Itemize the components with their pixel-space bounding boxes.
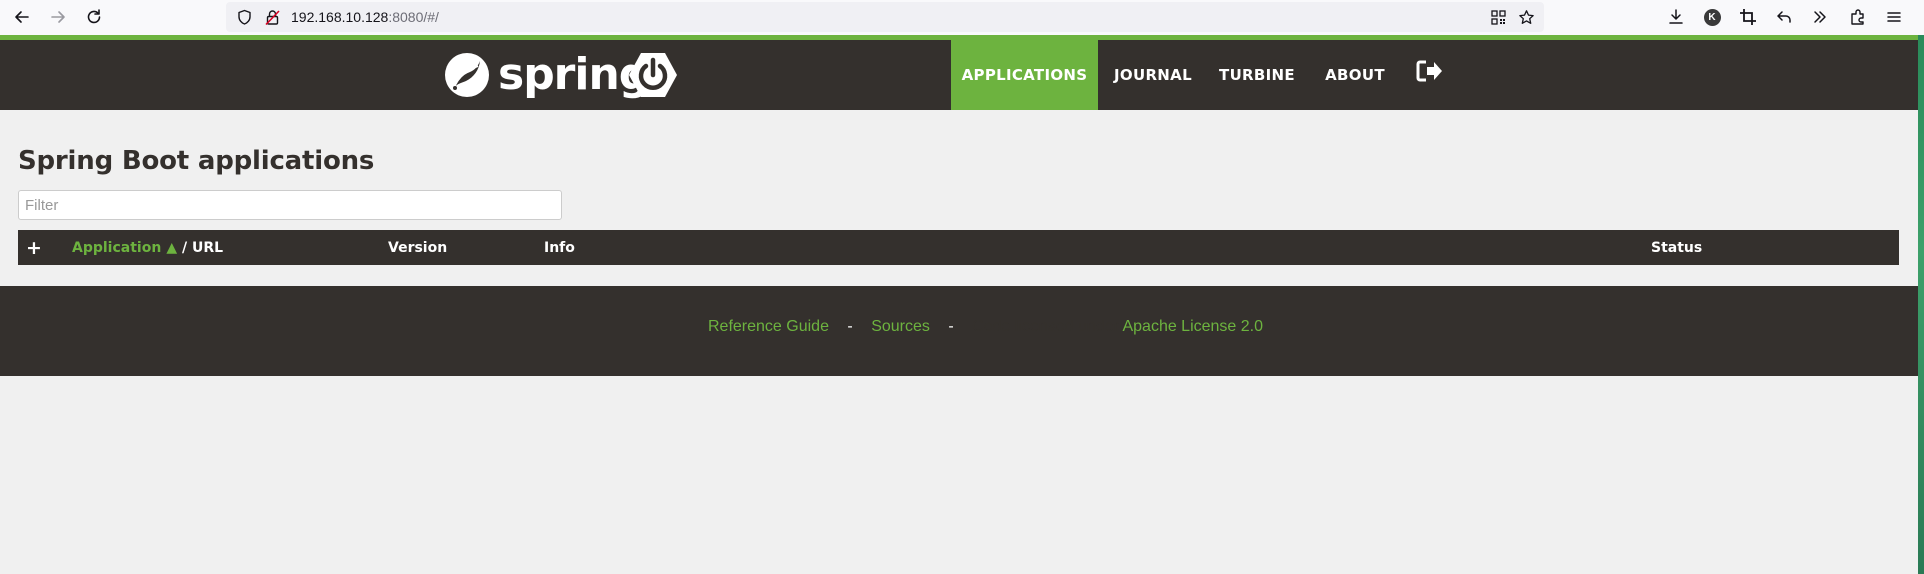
logout-icon: [1416, 60, 1442, 82]
download-icon[interactable]: [1664, 5, 1688, 29]
column-application-label[interactable]: Application: [72, 240, 161, 256]
footer: Reference Guide - Sources - Code license…: [0, 286, 1918, 376]
footer-separator: -: [948, 318, 954, 335]
reload-icon[interactable]: [80, 3, 108, 31]
undo-icon[interactable]: [1772, 5, 1796, 29]
crop-icon[interactable]: [1736, 5, 1760, 29]
logout-button[interactable]: [1404, 40, 1454, 110]
main-nav: APPLICATIONS JOURNAL TURBINE ABOUT: [951, 40, 1454, 110]
expand-all-button[interactable]: +: [26, 230, 42, 265]
hamburger-menu-icon[interactable]: [1882, 5, 1906, 29]
power-icon: [629, 53, 677, 97]
column-info: Info: [544, 239, 575, 256]
sort-ascending-icon[interactable]: ▲: [166, 240, 177, 256]
address-bar[interactable]: 192.168.10.128:8080/#/: [226, 2, 1544, 32]
page-title: Spring Boot applications: [18, 146, 375, 176]
nav-journal[interactable]: JOURNAL: [1098, 40, 1208, 110]
footer-separator: -: [847, 318, 853, 335]
apache-license-link[interactable]: Apache License 2.0: [1122, 318, 1263, 335]
license-text: Code licensed under: [972, 318, 1123, 335]
forward-arrow-icon[interactable]: [44, 3, 72, 31]
column-version: Version: [388, 239, 448, 256]
applications-table-header: + Application ▲ / URL Version Info Statu…: [18, 230, 1899, 265]
url-text[interactable]: 192.168.10.128:8080/#/: [291, 9, 439, 25]
overflow-chevrons-icon[interactable]: [1808, 5, 1832, 29]
column-status: Status: [1651, 239, 1703, 256]
browser-toolbar: 192.168.10.128:8080/#/ K: [0, 0, 1924, 35]
bookmark-star-icon[interactable]: [1518, 9, 1535, 26]
spring-logo[interactable]: spring: [444, 49, 650, 100]
insecure-lock-icon[interactable]: [264, 9, 281, 26]
back-arrow-icon[interactable]: [8, 3, 36, 31]
window-edge-stripe: [1918, 35, 1924, 574]
nav-about[interactable]: ABOUT: [1306, 40, 1404, 110]
nav-applications[interactable]: APPLICATIONS: [951, 40, 1098, 110]
shield-icon[interactable]: [236, 9, 253, 26]
column-application[interactable]: Application ▲ / URL: [72, 230, 223, 265]
qr-code-icon[interactable]: [1490, 9, 1507, 26]
filter-input[interactable]: [18, 190, 562, 220]
sources-link[interactable]: Sources: [871, 318, 930, 335]
logo-text: spring: [498, 49, 650, 100]
extensions-icon[interactable]: [1846, 5, 1870, 29]
footer-links: Reference Guide - Sources - Code license…: [708, 318, 1263, 336]
profile-avatar[interactable]: K: [1700, 5, 1724, 29]
column-url-label: / URL: [177, 239, 224, 256]
reference-guide-link[interactable]: Reference Guide: [708, 318, 829, 335]
spring-leaf-icon: [445, 53, 489, 97]
nav-turbine[interactable]: TURBINE: [1208, 40, 1306, 110]
